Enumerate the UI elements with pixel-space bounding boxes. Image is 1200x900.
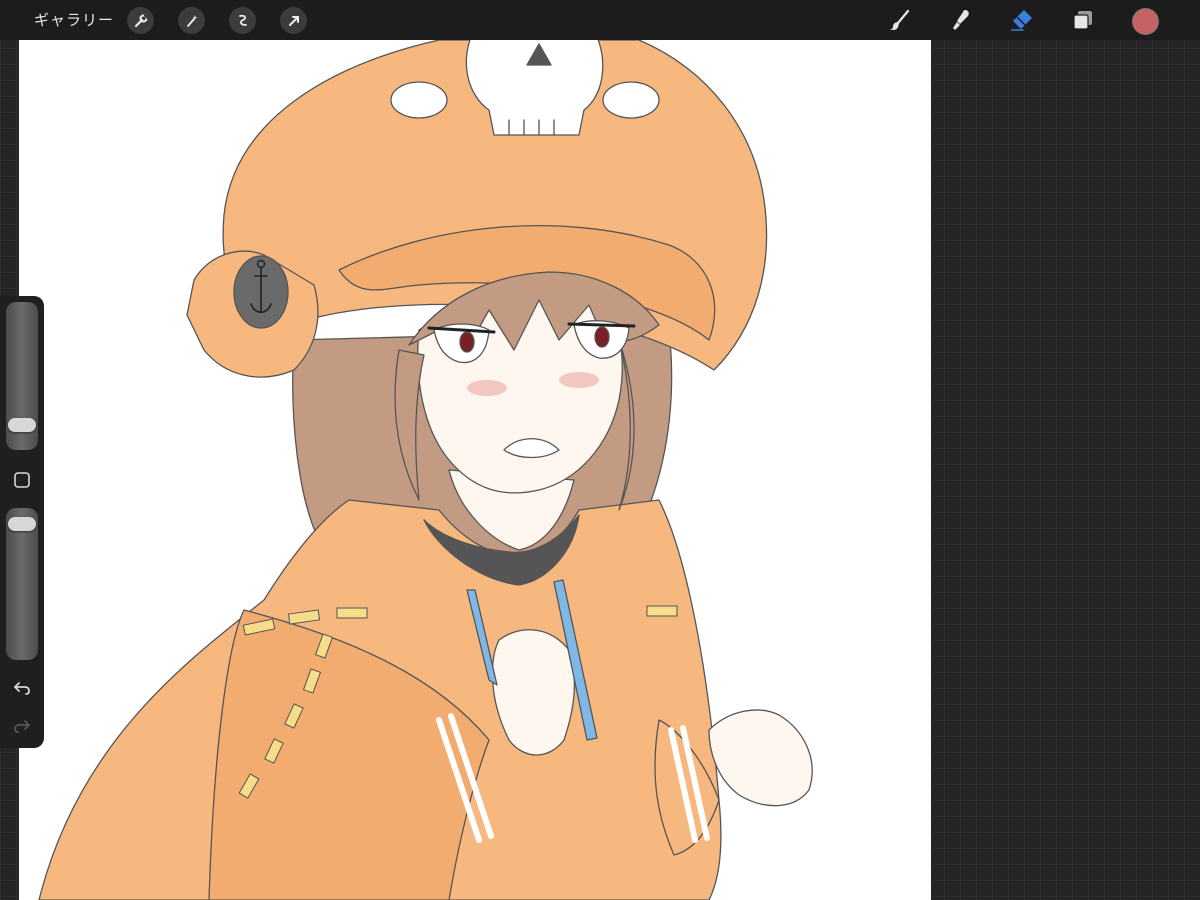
eraser-icon [1011, 10, 1032, 31]
actions-button[interactable] [127, 7, 154, 34]
redo-button[interactable] [10, 714, 34, 738]
wrench-icon [134, 12, 149, 27]
undo-icon [14, 682, 30, 695]
gallery-button[interactable]: ギャラリー [34, 0, 114, 40]
left-sidebar [0, 296, 44, 748]
color-swatch-button[interactable] [1132, 8, 1159, 35]
brush-size-thumb[interactable] [8, 418, 36, 433]
transform-icon [288, 15, 299, 26]
smudge-button[interactable] [947, 6, 975, 34]
modify-square-icon [14, 472, 30, 488]
modify-button[interactable] [10, 468, 34, 492]
adjustments-button[interactable] [178, 7, 205, 34]
undo-button[interactable] [10, 676, 34, 700]
layers-icon [1073, 11, 1092, 30]
opacity-slider[interactable] [6, 508, 38, 660]
brush-size-slider[interactable] [6, 302, 38, 450]
drawing-canvas[interactable] [19, 40, 931, 900]
transform-button[interactable] [280, 7, 307, 34]
magic-wand-icon [186, 14, 197, 27]
redo-icon [14, 720, 30, 733]
selection-button[interactable] [229, 7, 256, 34]
character-artwork [38, 40, 813, 900]
opacity-thumb[interactable] [8, 516, 36, 531]
brush-button[interactable] [886, 6, 914, 34]
smudge-icon [953, 10, 969, 30]
top-toolbar: ギャラリー [0, 0, 1200, 40]
eraser-button[interactable] [1008, 6, 1036, 34]
brush-icon [890, 9, 910, 31]
layers-button[interactable] [1069, 6, 1097, 34]
selection-icon [238, 14, 247, 26]
